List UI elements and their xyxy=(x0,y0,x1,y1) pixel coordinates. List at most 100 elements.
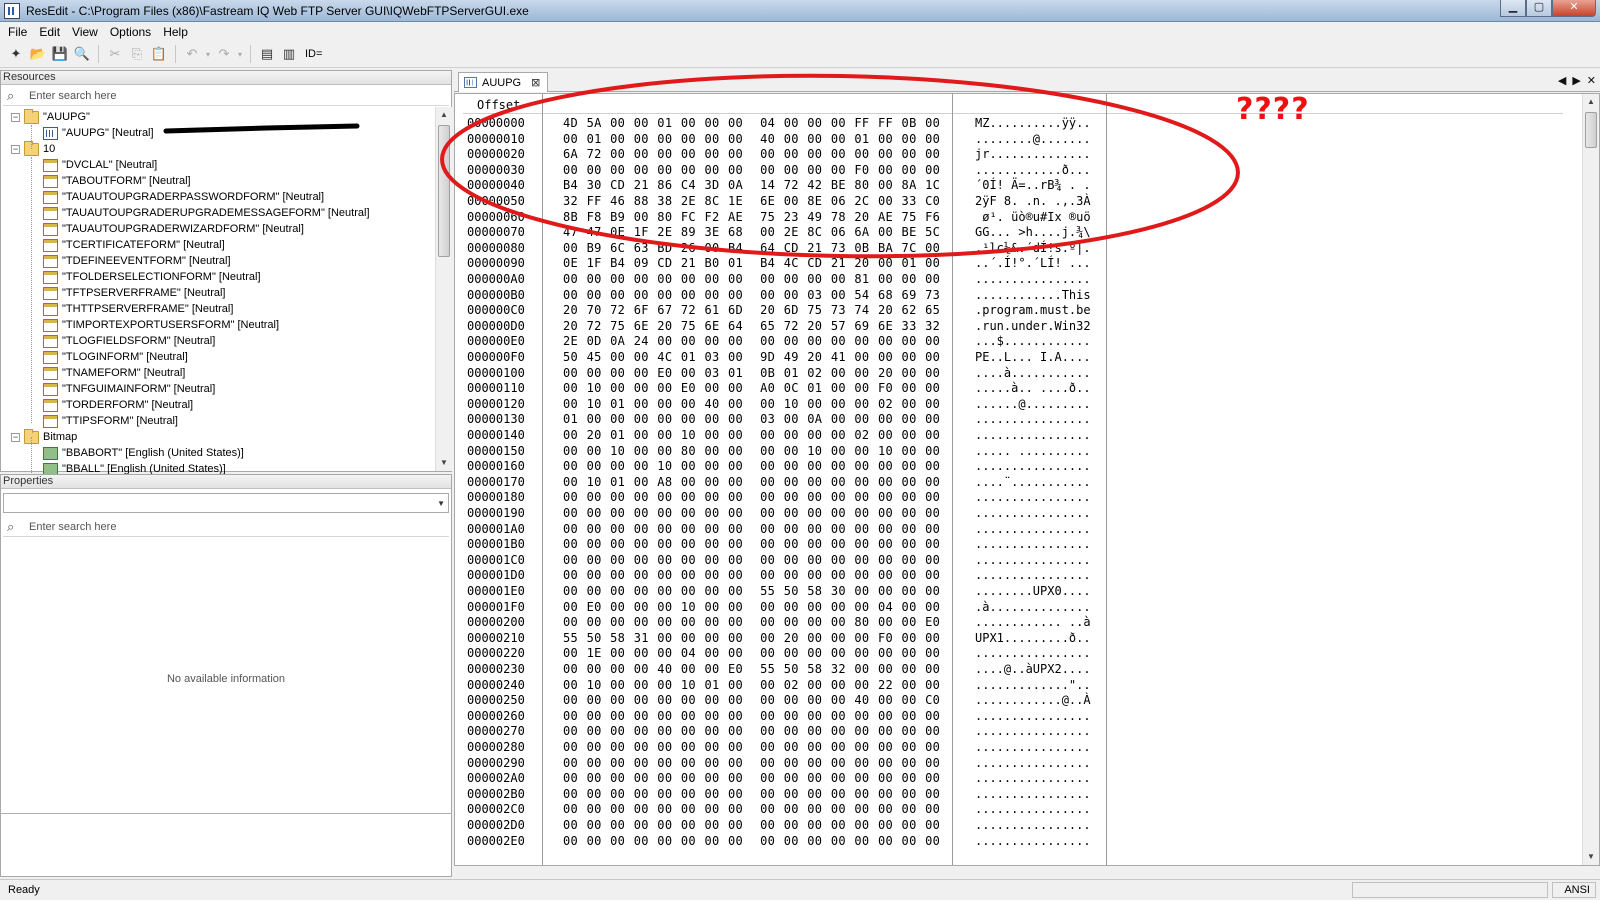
hex-row[interactable]: 00000110 00 10 00 00 00 E0 00 00 A0 0C 01… xyxy=(455,381,1575,397)
hex-row[interactable]: 00000080 00 B9 6C 63 BD 26 00 B4 64 CD 21… xyxy=(455,241,1575,257)
menu-options[interactable]: Options xyxy=(104,25,157,39)
save-icon[interactable]: 💾 xyxy=(50,44,70,64)
hex-row[interactable]: 00000240 00 10 00 00 00 10 01 00 00 02 00… xyxy=(455,678,1575,694)
tree-item[interactable]: "TLOGFIELDSFORM" [Neutral] xyxy=(43,333,215,349)
hex-row[interactable]: 00000230 00 00 00 00 40 00 00 E0 55 50 58… xyxy=(455,662,1575,678)
tree-item[interactable]: − "AUUPG" xyxy=(11,108,90,125)
resource-icon[interactable]: ▥ xyxy=(279,44,299,64)
tree-item[interactable]: "TORDERFORM" [Neutral] xyxy=(43,397,193,413)
hex-row[interactable]: 00000250 00 00 00 00 00 00 00 00 00 00 00… xyxy=(455,693,1575,709)
hex-row[interactable]: 00000010 00 01 00 00 00 00 00 00 40 00 00… xyxy=(455,132,1575,148)
hex-row[interactable]: 00000020 6A 72 00 00 00 00 00 00 00 00 00… xyxy=(455,147,1575,163)
hex-row[interactable]: 00000280 00 00 00 00 00 00 00 00 00 00 00… xyxy=(455,740,1575,756)
menu-file[interactable]: File xyxy=(2,25,33,39)
resources-search-input[interactable]: Enter search here xyxy=(29,90,116,102)
copy-icon[interactable]: ⎘ xyxy=(127,44,147,64)
tree-item[interactable]: "TNFGUIMAINFORM" [Neutral] xyxy=(43,381,215,397)
hex-row[interactable]: 000001E0 00 00 00 00 00 00 00 00 55 50 58… xyxy=(455,584,1575,600)
properties-search-input[interactable]: Enter search here xyxy=(29,521,116,533)
hex-row[interactable]: 00000100 00 00 00 00 E0 00 03 01 0B 01 02… xyxy=(455,366,1575,382)
hex-row[interactable]: 00000170 00 10 01 00 A8 00 00 00 00 00 00… xyxy=(455,475,1575,491)
scroll-thumb[interactable] xyxy=(1585,112,1597,148)
hex-row[interactable]: 00000040 B4 30 CD 21 86 C4 3D 0A 14 72 42… xyxy=(455,178,1575,194)
properties-icon[interactable]: ▤ xyxy=(257,44,277,64)
redo-icon[interactable]: ↷ xyxy=(214,44,234,64)
undo-icon[interactable]: ↶ xyxy=(182,44,202,64)
tab-prev-icon[interactable]: ◀ xyxy=(1558,74,1566,87)
hex-row[interactable]: 000000A0 00 00 00 00 00 00 00 00 00 00 00… xyxy=(455,272,1575,288)
hex-row[interactable]: 00000120 00 10 01 00 00 00 40 00 00 10 00… xyxy=(455,397,1575,413)
print-preview-icon[interactable]: 🔍 xyxy=(72,44,92,64)
tree-item[interactable]: "TAUAUTOUPGRADERPASSWORDFORM" [Neutral] xyxy=(43,189,324,205)
hex-row[interactable]: 00000160 00 00 00 00 10 00 00 00 00 00 00… xyxy=(455,459,1575,475)
hex-row[interactable]: 00000260 00 00 00 00 00 00 00 00 00 00 00… xyxy=(455,709,1575,725)
hex-row[interactable]: 00000290 00 00 00 00 00 00 00 00 00 00 00… xyxy=(455,756,1575,772)
hex-row[interactable]: 000001D0 00 00 00 00 00 00 00 00 00 00 00… xyxy=(455,568,1575,584)
hex-row[interactable]: 000001B0 00 00 00 00 00 00 00 00 00 00 00… xyxy=(455,537,1575,553)
hex-row[interactable]: 000001F0 00 E0 00 00 00 10 00 00 00 00 00… xyxy=(455,600,1575,616)
hex-row[interactable]: 000002D0 00 00 00 00 00 00 00 00 00 00 00… xyxy=(455,818,1575,834)
hex-row[interactable]: 000001A0 00 00 00 00 00 00 00 00 00 00 00… xyxy=(455,522,1575,538)
hex-row[interactable]: 00000190 00 00 00 00 00 00 00 00 00 00 00… xyxy=(455,506,1575,522)
hex-row[interactable]: 00000180 00 00 00 00 00 00 00 00 00 00 00… xyxy=(455,490,1575,506)
tree-item[interactable]: "DVCLAL" [Neutral] xyxy=(43,157,157,173)
tree-item[interactable]: − Bitmap xyxy=(11,428,77,445)
hex-row[interactable]: 00000000 4D 5A 00 00 01 00 00 00 04 00 00… xyxy=(455,116,1575,132)
hex-row[interactable]: 00000090 0E 1F B4 09 CD 21 B0 01 B4 4C CD… xyxy=(455,256,1575,272)
tree-item[interactable]: "TABOUTFORM" [Neutral] xyxy=(43,173,191,189)
hex-row[interactable]: 000002E0 00 00 00 00 00 00 00 00 00 00 00… xyxy=(455,834,1575,850)
hex-row[interactable]: 000002C0 00 00 00 00 00 00 00 00 00 00 00… xyxy=(455,802,1575,818)
menu-edit[interactable]: Edit xyxy=(33,25,66,39)
tree-item[interactable]: "TTIPSFORM" [Neutral] xyxy=(43,413,178,429)
tree-item[interactable]: "BBABORT" [English (United States)] xyxy=(43,445,244,461)
undo-dropdown-icon[interactable]: ▾ xyxy=(204,44,212,64)
tree-item[interactable]: "TAUAUTOUPGRADERWIZARDFORM" [Neutral] xyxy=(43,221,304,237)
hex-row[interactable]: 000002A0 00 00 00 00 00 00 00 00 00 00 00… xyxy=(455,771,1575,787)
tree-item[interactable]: − 10 xyxy=(11,140,55,157)
menu-help[interactable]: Help xyxy=(157,25,194,39)
collapse-icon[interactable]: − xyxy=(11,144,20,154)
scroll-up-arrow[interactable]: ▲ xyxy=(1583,94,1599,110)
tab-next-icon[interactable]: ▶ xyxy=(1572,74,1580,87)
scroll-thumb[interactable] xyxy=(438,125,450,257)
cut-icon[interactable]: ✂ xyxy=(105,44,125,64)
close-button[interactable]: ✕ xyxy=(1552,0,1596,17)
hex-scrollbar[interactable]: ▲ ▼ xyxy=(1582,94,1599,865)
hex-row[interactable]: 000000D0 20 72 75 6E 20 75 6E 64 65 72 20… xyxy=(455,319,1575,335)
tree-item[interactable]: "TFOLDERSELECTIONFORM" [Neutral] xyxy=(43,269,261,285)
hex-row[interactable]: 00000030 00 00 00 00 00 00 00 00 00 00 00… xyxy=(455,163,1575,179)
tree-item[interactable]: "TNAMEFORM" [Neutral] xyxy=(43,365,185,381)
resources-search[interactable]: ⌕ Enter search here xyxy=(3,86,449,106)
new-icon[interactable]: ✦ xyxy=(6,44,26,64)
properties-selector[interactable]: ▼ xyxy=(3,493,449,513)
tree-item[interactable]: "TCERTIFICATEFORM" [Neutral] xyxy=(43,237,225,253)
hex-row[interactable]: 00000130 01 00 00 00 00 00 00 00 03 00 0A… xyxy=(455,412,1575,428)
paste-icon[interactable]: 📋 xyxy=(149,44,169,64)
redo-dropdown-icon[interactable]: ▾ xyxy=(236,44,244,64)
open-icon[interactable]: 📂 xyxy=(28,44,48,64)
hex-row[interactable]: 00000150 00 00 10 00 00 80 00 00 00 00 10… xyxy=(455,444,1575,460)
scroll-down-arrow[interactable]: ▼ xyxy=(1583,849,1599,865)
hex-row[interactable]: 00000060 8B F8 B9 00 80 FC F2 AE 75 23 49… xyxy=(455,210,1575,226)
hex-row[interactable]: 00000070 47 47 0E 1F 2E 89 3E 68 00 2E 8C… xyxy=(455,225,1575,241)
hex-row[interactable]: 00000050 32 FF 46 88 38 2E 8C 1E 6E 00 8E… xyxy=(455,194,1575,210)
tree-item[interactable]: "TLOGINFORM" [Neutral] xyxy=(43,349,188,365)
tree-item[interactable]: "THTTPSERVERFRAME" [Neutral] xyxy=(43,301,233,317)
chevron-down-icon[interactable]: ▼ xyxy=(437,499,445,508)
tab-close-icon[interactable]: ✕ xyxy=(1587,74,1596,87)
menu-view[interactable]: View xyxy=(66,25,104,39)
collapse-icon[interactable]: − xyxy=(11,432,20,442)
resources-scrollbar[interactable]: ▲ ▼ xyxy=(435,107,452,471)
tree-item[interactable]: "AUUPG" [Neutral] xyxy=(43,125,154,141)
minimize-button[interactable]: ▁ xyxy=(1500,0,1526,17)
scroll-up-arrow[interactable]: ▲ xyxy=(436,107,452,123)
tree-item[interactable]: "TFTPSERVERFRAME" [Neutral] xyxy=(43,285,225,301)
tree-item[interactable]: "TDEFINEEVENTFORM" [Neutral] xyxy=(43,253,231,269)
tab-auupg[interactable]: AUUPG ⊠ xyxy=(458,72,548,92)
close-tab-icon[interactable]: ⊠ xyxy=(531,76,540,89)
properties-search[interactable]: ⌕ Enter search here xyxy=(3,517,449,537)
collapse-icon[interactable]: − xyxy=(11,112,20,122)
tree-item[interactable]: "TIMPORTEXPORTUSERSFORM" [Neutral] xyxy=(43,317,279,333)
hex-row[interactable]: 000002B0 00 00 00 00 00 00 00 00 00 00 00… xyxy=(455,787,1575,803)
hex-row[interactable]: 000000F0 50 45 00 00 4C 01 03 00 9D 49 20… xyxy=(455,350,1575,366)
